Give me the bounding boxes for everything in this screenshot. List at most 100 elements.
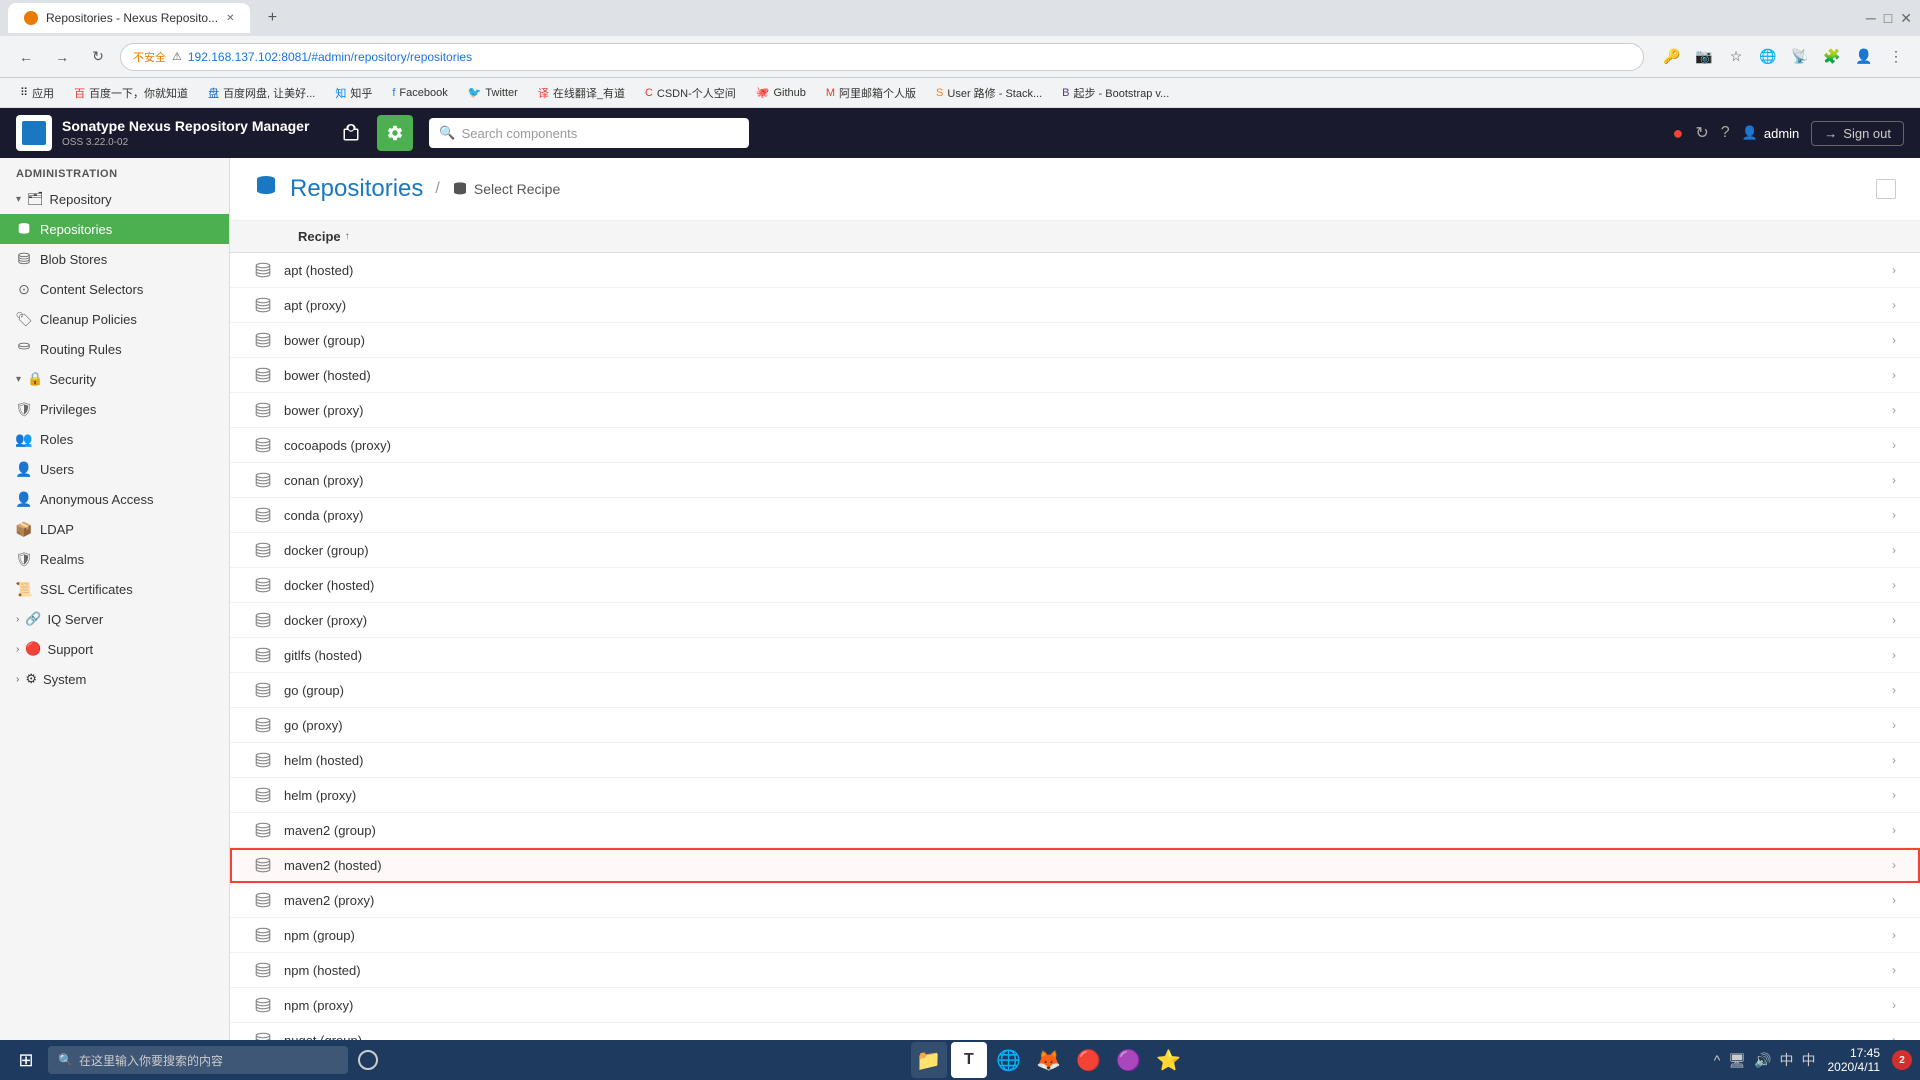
table-row[interactable]: maven2 (group) › [230,813,1920,848]
taskbar-app-red[interactable]: 🔴 [1071,1042,1107,1078]
bookmark-baidupan[interactable]: 盘 百度网盘, 让美好... [200,83,323,103]
table-row[interactable]: helm (proxy) › [230,778,1920,813]
table-row[interactable]: cocoapods (proxy) › [230,428,1920,463]
table-row[interactable]: go (group) › [230,673,1920,708]
key-icon[interactable]: 🔑 [1660,45,1684,69]
table-row[interactable]: npm (proxy) › [230,988,1920,1023]
table-row[interactable]: docker (group) › [230,533,1920,568]
sidebar-item-ldap[interactable]: 📦 LDAP [0,514,229,544]
admin-icon[interactable] [377,115,413,151]
table-row[interactable]: docker (proxy) › [230,603,1920,638]
menu-icon[interactable]: ⋮ [1884,45,1908,69]
bookmark-twitter[interactable]: 🐦 Twitter [460,84,526,101]
search-box[interactable]: 🔍 Search components [429,118,749,148]
column-recipe[interactable]: Recipe ↑ [298,229,1856,244]
taskbar-app-t[interactable]: T [951,1042,987,1078]
signout-label: Sign out [1843,126,1891,141]
select-all-checkbox[interactable] [1876,179,1896,199]
table-row[interactable]: conda (proxy) › [230,498,1920,533]
browser-tab[interactable]: Repositories - Nexus Reposito... ✕ [8,3,250,33]
content-header: Repositories / Select Recipe [230,158,1920,221]
taskbar-app-chrome[interactable]: 🌐 [991,1042,1027,1078]
close-button[interactable]: ✕ [1900,10,1912,27]
anonymous-access-label: Anonymous Access [40,492,153,507]
bookmark-stack[interactable]: S User 路修 - Stack... [928,83,1050,103]
table-row[interactable]: bower (proxy) › [230,393,1920,428]
alert-icon[interactable]: ● [1673,123,1684,144]
table-row[interactable]: conan (proxy) › [230,463,1920,498]
table-row[interactable]: apt (hosted) › [230,253,1920,288]
sidebar-item-realms[interactable]: 🛡 Realms [0,544,229,574]
bookmark-zhihu[interactable]: 知 知乎 [327,83,380,103]
bookmark-baidu[interactable]: 百 百度一下，你就知道 [66,83,196,103]
search-placeholder: Search components [462,126,578,141]
cortana-button[interactable] [352,1044,384,1076]
taskbar-network-icon[interactable]: 🖥 [1728,1052,1746,1069]
help-icon[interactable]: ? [1721,124,1730,142]
start-button[interactable]: ⊞ [8,1042,44,1078]
users-icon: 👤 [16,461,32,477]
sidebar-item-users[interactable]: 👤 Users [0,454,229,484]
address-bar[interactable]: 不安全 ⚠ 192.168.137.102:8081/#admin/reposi… [120,43,1644,71]
sidebar-item-blob-stores[interactable]: Blob Stores [0,244,229,274]
forward-button[interactable]: → [48,43,76,71]
bookmark-csdn[interactable]: C CSDN-个人空间 [637,83,744,103]
table-row[interactable]: bower (hosted) › [230,358,1920,393]
table-row[interactable]: bower (group) › [230,323,1920,358]
taskbar-chevron-icon[interactable]: ^ [1714,1052,1721,1068]
table-row[interactable]: docker (hosted) › [230,568,1920,603]
bookmark-facebook[interactable]: f Facebook [384,85,455,101]
refresh-button[interactable]: ↻ [84,43,112,71]
sidebar-item-content-selectors[interactable]: ⊙ Content Selectors [0,274,229,304]
taskbar-app-purple[interactable]: 🟣 [1111,1042,1147,1078]
taskbar-app-star[interactable]: ⭐ [1151,1042,1187,1078]
table-row[interactable]: go (proxy) › [230,708,1920,743]
taskbar-volume-icon[interactable]: 🔊 [1754,1052,1771,1069]
cast-icon[interactable]: 📡 [1788,45,1812,69]
support-item[interactable]: › 🔴 Support [0,634,229,664]
sidebar-item-anonymous-access[interactable]: 👤 Anonymous Access [0,484,229,514]
signout-button[interactable]: → Sign out [1811,121,1904,146]
profile-icon[interactable]: 👤 [1852,45,1876,69]
table-row[interactable]: apt (proxy) › [230,288,1920,323]
sidebar-item-repositories[interactable]: Repositories [0,214,229,244]
taskbar-app-file-explorer[interactable]: 📁 [911,1042,947,1078]
refresh-icon[interactable]: ↻ [1695,123,1708,143]
sidebar-item-cleanup-policies[interactable]: 🏷 Cleanup Policies [0,304,229,334]
notification-badge[interactable]: 2 [1892,1050,1912,1070]
extension-icon[interactable]: 🧩 [1820,45,1844,69]
bookmark-github[interactable]: 🐙 Github [748,84,814,101]
table-row[interactable]: npm (hosted) › [230,953,1920,988]
table-row[interactable]: gitlfs (hosted) › [230,638,1920,673]
bookmark-youdao[interactable]: 译 在线翻译_有道 [530,83,633,103]
maximize-button[interactable]: □ [1884,10,1892,27]
system-item[interactable]: › ⚙ System [0,664,229,694]
bookmark-bootstrap[interactable]: B 起步 - Bootstrap v... [1054,83,1177,103]
tab-close-button[interactable]: ✕ [226,13,234,24]
bookmark-apps[interactable]: ⠿ 应用 [12,83,62,103]
taskbar-input-icon[interactable]: 中 [1802,1050,1816,1070]
repository-group-toggle[interactable]: ▾ 🗂 Repository [0,184,229,214]
sidebar-item-roles[interactable]: 👥 Roles [0,424,229,454]
taskbar-lang-icon[interactable]: 中 [1780,1050,1794,1070]
minimize-button[interactable]: ─ [1866,10,1876,27]
table-row[interactable]: maven2 (proxy) › [230,883,1920,918]
security-group-toggle[interactable]: ▾ 🔒 Security [0,364,229,394]
table-row[interactable]: npm (group) › [230,918,1920,953]
sidebar-item-privileges[interactable]: 🛡 Privileges [0,394,229,424]
taskbar-app-firefox[interactable]: 🦊 [1031,1042,1067,1078]
table-row[interactable]: helm (hosted) › [230,743,1920,778]
sidebar-item-routing-rules[interactable]: Routing Rules [0,334,229,364]
browse-icon[interactable] [333,115,369,151]
star-icon[interactable]: ☆ [1724,45,1748,69]
new-tab-button[interactable]: + [258,4,286,32]
iq-server-item[interactable]: › 🔗 IQ Server [0,604,229,634]
sidebar-item-ssl-certificates[interactable]: 📜 SSL Certificates [0,574,229,604]
table-row[interactable]: maven2 (hosted) › [230,848,1920,883]
back-button[interactable]: ← [12,43,40,71]
bookmark-aliyun[interactable]: M 阿里邮箱个人版 [818,83,924,103]
taskbar-search[interactable]: 🔍 在这里输入你要搜索的内容 [48,1046,348,1074]
screenshot-icon[interactable]: 📷 [1692,45,1716,69]
header-user: 👤 admin [1742,125,1800,141]
chrome-icon[interactable]: 🌐 [1756,45,1780,69]
